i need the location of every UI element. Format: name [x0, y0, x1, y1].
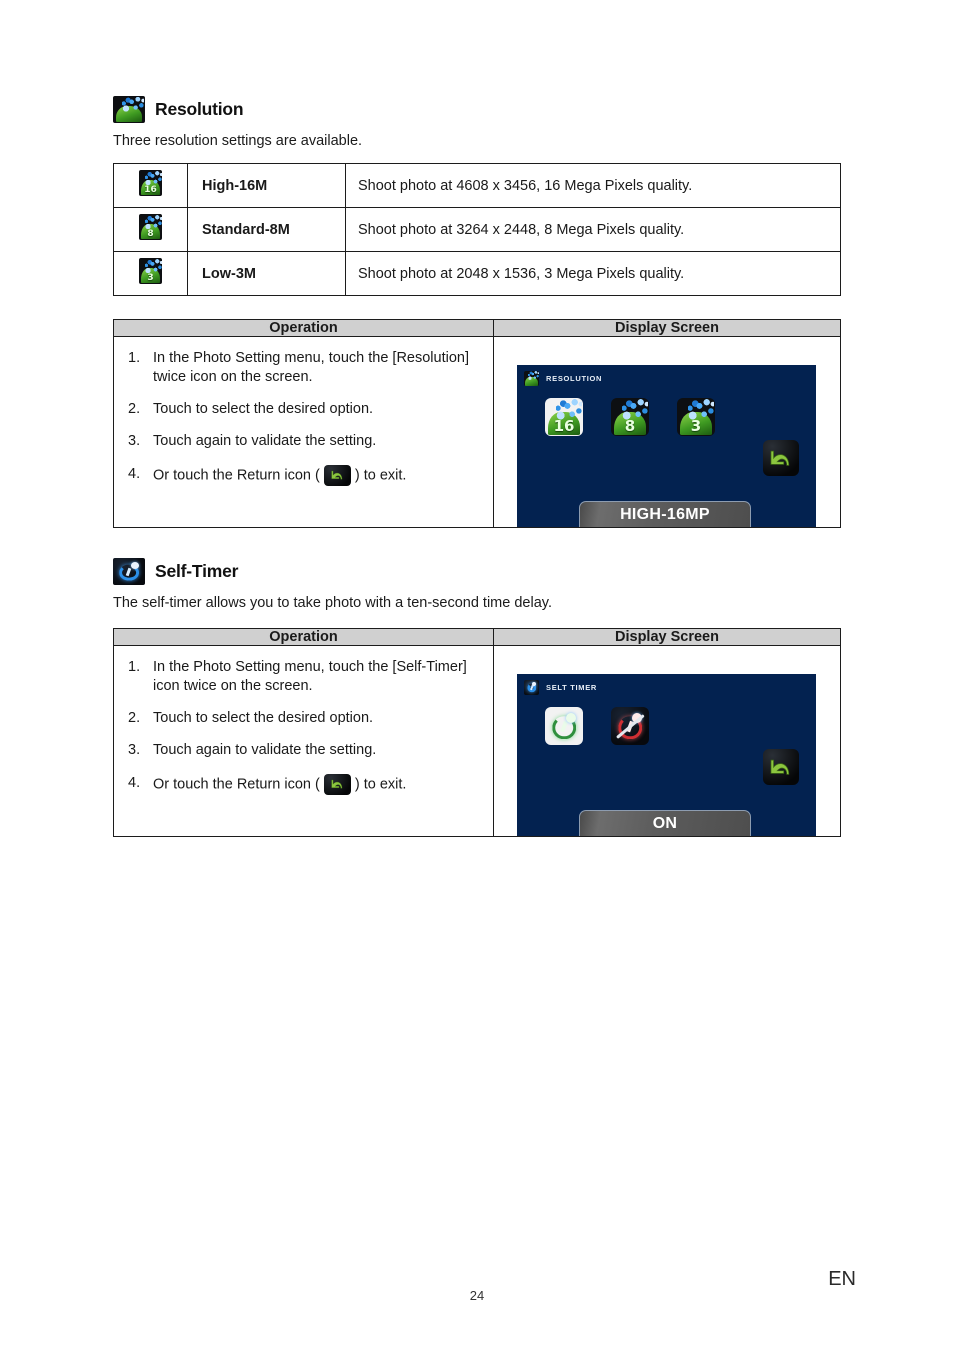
page-number: 24: [469, 1288, 485, 1303]
table-row: 16 High-16M Shoot photo at 4608 x 3456, …: [113, 163, 841, 208]
resolution-option-3m[interactable]: 3: [677, 398, 715, 436]
self-timer-icon: [524, 680, 539, 695]
page-title-self-timer: Self-Timer: [155, 561, 239, 581]
resolution-low-desc: Shoot photo at 2048 x 1536, 3 Mega Pixel…: [345, 251, 841, 296]
camera-screen-self-timer: SELT TIMER ON: [517, 674, 816, 836]
table-row: 1. In the Photo Setting menu, touch the …: [113, 336, 841, 528]
return-icon: [323, 464, 351, 486]
table-header-row: Operation Display Screen: [113, 319, 841, 337]
screen-title-label: RESOLUTION: [546, 374, 603, 383]
step-text-before: Or touch the Return icon (: [153, 466, 320, 483]
self-timer-option-row: [545, 707, 649, 745]
list-item: 2. Touch to select the desired option.: [128, 710, 374, 727]
step-text: Touch again to validate the setting.: [153, 433, 377, 450]
resolution-option-row: 16 8 3: [545, 398, 715, 436]
screen-title-label: SELT TIMER: [546, 683, 598, 692]
resolution-display-screen-cell: RESOLUTION 16 8 3 HIGH-16MP: [493, 336, 841, 528]
resolution-heading: Resolution: [113, 96, 841, 123]
resolution-standard-icon: 8: [139, 214, 162, 240]
header-operation: Operation: [113, 628, 494, 646]
step-text: Touch again to validate the setting.: [153, 742, 377, 759]
self-timer-steps-list: 1. In the Photo Setting menu, touch the …: [126, 658, 483, 795]
section-self-timer: Self-Timer The self-timer allows you to …: [113, 558, 841, 837]
camera-screen-resolution: RESOLUTION 16 8 3 HIGH-16MP: [517, 365, 816, 527]
table-header-row: Operation Display Screen: [113, 628, 841, 646]
list-item: 3. Touch again to validate the setting.: [128, 742, 377, 759]
resolution-standard-desc: Shoot photo at 3264 x 2448, 8 Mega Pixel…: [345, 207, 841, 252]
list-item: 2. Touch to select the desired option.: [128, 401, 374, 418]
resolution-steps-cell: 1. In the Photo Setting menu, touch the …: [113, 336, 494, 528]
resolution-standard-name: Standard-8M: [187, 207, 346, 252]
step-text-after: ) to exit.: [354, 775, 407, 792]
language-code: EN: [828, 1268, 856, 1290]
step-text-before: Or touch the Return icon (: [153, 775, 320, 792]
list-item: 3. Touch again to validate the setting.: [128, 433, 377, 450]
self-timer-option-on[interactable]: [545, 707, 583, 745]
resolution-low-name: Low-3M: [187, 251, 346, 296]
self-timer-operation-table: Operation Display Screen 1. In the Photo…: [113, 628, 841, 837]
manual-page: Resolution Three resolution settings are…: [0, 0, 954, 1350]
resolution-option-8m[interactable]: 8: [611, 398, 649, 436]
return-icon[interactable]: [763, 749, 799, 785]
resolution-option-16m[interactable]: 16: [545, 398, 583, 436]
table-row: 3 Low-3M Shoot photo at 2048 x 1536, 3 M…: [113, 251, 841, 296]
table-row: 8 Standard-8M Shoot photo at 3264 x 2448…: [113, 207, 841, 252]
list-item: 1. In the Photo Setting menu, touch the …: [128, 350, 469, 386]
selected-value-label: HIGH-16MP: [579, 501, 751, 527]
return-icon[interactable]: [763, 440, 799, 476]
header-operation: Operation: [113, 319, 494, 337]
self-timer-display-screen-cell: SELT TIMER ON: [493, 645, 841, 837]
self-timer-icon: [113, 558, 145, 585]
resolution-operation-table: Operation Display Screen 1. In the Photo…: [113, 319, 841, 528]
self-timer-heading: Self-Timer: [113, 558, 841, 585]
screen-title-bar: SELT TIMER: [524, 680, 597, 695]
self-timer-steps-cell: 1. In the Photo Setting menu, touch the …: [113, 645, 494, 837]
resolution-icon: [524, 371, 539, 386]
self-timer-description: The self-timer allows you to take photo …: [113, 595, 552, 611]
header-display-screen: Display Screen: [493, 628, 841, 646]
list-item: 4. Or touch the Return icon ( ) to exit.: [126, 464, 483, 486]
return-button-wrap: [763, 749, 799, 790]
table-row: 1. In the Photo Setting menu, touch the …: [113, 645, 841, 837]
step-text: Touch to select the desired option.: [153, 401, 374, 418]
selected-value-label: ON: [579, 810, 751, 836]
resolution-high-icon-cell: 16: [113, 163, 188, 208]
self-timer-option-off[interactable]: [611, 707, 649, 745]
section-resolution: Resolution Three resolution settings are…: [113, 96, 841, 528]
return-button-wrap: [763, 440, 799, 481]
step-text: In the Photo Setting menu, touch the [Se…: [153, 659, 467, 695]
resolution-high-icon: 16: [139, 170, 162, 196]
resolution-standard-icon-cell: 8: [113, 207, 188, 252]
resolution-description: Three resolution settings are available.: [113, 133, 363, 149]
screen-title-bar: RESOLUTION: [524, 371, 602, 386]
resolution-high-name: High-16M: [187, 163, 346, 208]
resolution-options-table: 16 High-16M Shoot photo at 4608 x 3456, …: [113, 163, 841, 296]
step-text: Touch to select the desired option.: [153, 710, 374, 727]
resolution-steps-list: 1. In the Photo Setting menu, touch the …: [126, 349, 483, 486]
list-item: 1. In the Photo Setting menu, touch the …: [128, 659, 467, 695]
header-display-screen: Display Screen: [493, 319, 841, 337]
list-item: 4. Or touch the Return icon ( ) to exit.: [126, 773, 483, 795]
page-title-resolution: Resolution: [155, 99, 244, 119]
resolution-low-icon-cell: 3: [113, 251, 188, 296]
resolution-low-icon: 3: [139, 258, 162, 284]
return-icon: [323, 773, 351, 795]
resolution-icon: [113, 96, 145, 123]
step-text: In the Photo Setting menu, touch the [Re…: [153, 350, 469, 386]
resolution-high-desc: Shoot photo at 4608 x 3456, 16 Mega Pixe…: [345, 163, 841, 208]
step-text-after: ) to exit.: [354, 466, 407, 483]
